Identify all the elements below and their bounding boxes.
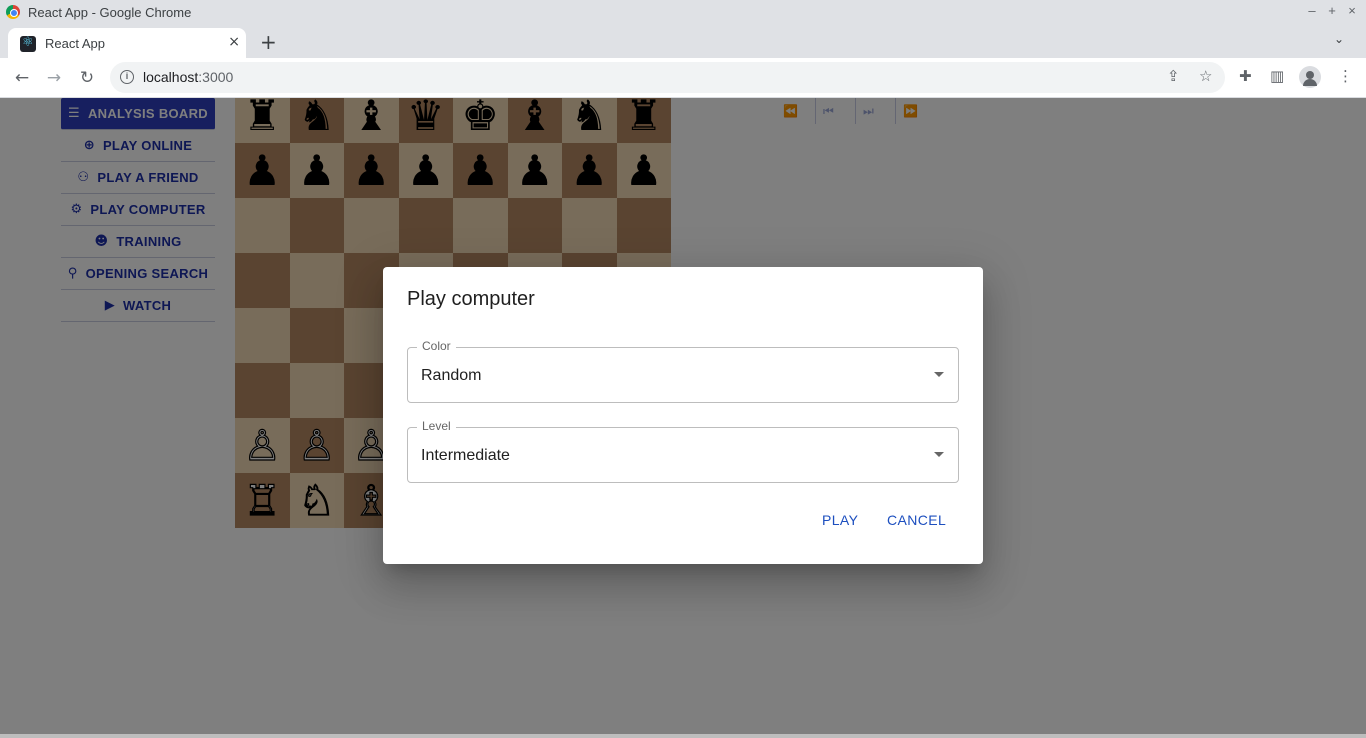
url-host: localhost (143, 69, 199, 85)
tab-react-app[interactable]: React App × (8, 28, 246, 58)
profile-avatar-icon[interactable] (1299, 66, 1321, 88)
color-select-label: Color (417, 339, 456, 353)
new-tab-icon[interactable]: + (260, 30, 277, 54)
window-bottom-edge (0, 734, 1366, 738)
dialog-title: Play computer (407, 288, 535, 310)
bookmark-star-icon[interactable]: ☆ (1199, 67, 1212, 85)
cancel-button[interactable]: CANCEL (879, 506, 954, 534)
level-select-label: Level (417, 419, 456, 433)
color-select[interactable]: Color Random (407, 339, 959, 403)
tab-search-icon[interactable]: ⌄ (1334, 32, 1344, 46)
level-select[interactable]: Level Intermediate (407, 419, 959, 483)
forward-icon[interactable]: → (42, 66, 66, 90)
minimize-icon[interactable]: – (1304, 3, 1320, 18)
close-window-icon[interactable]: × (1344, 3, 1360, 18)
dropdown-arrow-icon (934, 452, 944, 457)
url-port: :3000 (198, 69, 234, 85)
url-text[interactable]: localhost:3000 (143, 69, 233, 85)
tab-title: React App (45, 36, 105, 51)
level-select-value: Intermediate (421, 447, 510, 464)
site-info-icon[interactable]: i (120, 70, 134, 84)
extensions-icon[interactable]: ✚ (1239, 67, 1252, 85)
play-computer-dialog: Play computer Color Random Level Interme… (383, 267, 983, 564)
tab-close-icon[interactable]: × (228, 34, 240, 50)
window-titlebar: React App - Google Chrome – + × (0, 0, 1366, 24)
back-icon[interactable]: ← (10, 66, 34, 90)
play-button[interactable]: PLAY (814, 506, 866, 534)
chrome-logo-icon (6, 5, 20, 19)
chrome-menu-icon[interactable]: ⋮ (1338, 67, 1353, 85)
share-icon[interactable]: ⇪ (1167, 67, 1180, 85)
color-select-value: Random (421, 367, 482, 384)
react-favicon-icon (20, 35, 36, 52)
address-bar[interactable]: i localhost:3000 ⇪ ☆ (110, 62, 1225, 93)
tab-strip: React App × + ⌄ (0, 24, 1366, 58)
side-panel-icon[interactable]: ▥ (1270, 67, 1284, 85)
reload-icon[interactable]: ↻ (75, 66, 99, 90)
maximize-icon[interactable]: + (1324, 3, 1340, 18)
browser-toolbar: ← → ↻ i localhost:3000 ⇪ ☆ ✚ ▥ ⋮ (0, 58, 1366, 98)
dropdown-arrow-icon (934, 372, 944, 377)
window-title: React App - Google Chrome (28, 5, 192, 20)
